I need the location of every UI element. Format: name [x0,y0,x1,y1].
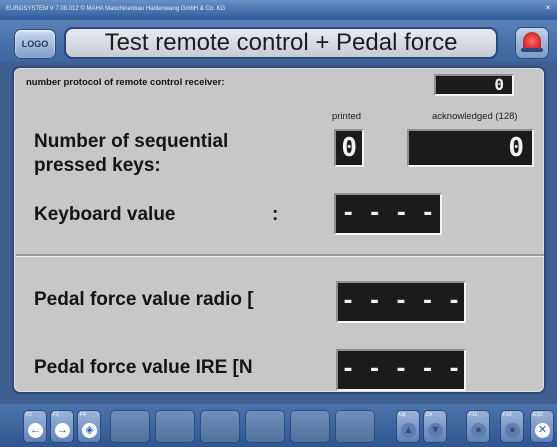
f12-icon: ● [505,423,520,438]
f11-button[interactable]: F11 ● [466,410,490,443]
f4-label: F4 [80,412,86,418]
acknowledged-display: 0 [407,129,534,167]
protocol-display: 0 [434,74,514,96]
protocol-label: number protocol of remote control receiv… [26,77,225,88]
up-label: Up [399,412,406,418]
sequential-keys-label-line1: Number of sequential [34,131,229,152]
pedal-force-ire-display: - - - - - [336,349,466,391]
window-title: EUROSYSTEM V 7.08.012 © MAHA Maschinenba… [6,6,226,12]
keyboard-value-display: - - - - [334,193,442,235]
arrow-right-icon: → [55,423,70,438]
f12-label: F12 [503,412,512,418]
alarm-bell-button[interactable] [515,27,549,59]
f11-icon: ● [471,423,486,438]
f11-label: F11 [469,412,478,418]
page-title: Test remote control + Pedal force [64,27,498,59]
f3-label: F3 [53,412,59,418]
dn-label: Dn [426,412,433,418]
f12-button[interactable]: F12 ● [500,410,524,443]
up-arrow-icon: ▲ [401,423,416,438]
empty-key-2[interactable] [155,410,195,443]
printed-display: 0 [334,129,364,167]
section-divider [16,254,544,257]
pedal-force-ire-label: Pedal force value IRE [N [34,357,253,378]
keyboard-value-label: Keyboard value [34,204,176,225]
bell-base [521,48,543,52]
f4-pedal-button[interactable]: F4 ◈ [77,410,101,443]
empty-key-5[interactable] [290,410,330,443]
keyboard-value-colon: : [272,204,279,225]
f2-label: F2 [26,412,32,418]
down-button[interactable]: Dn ▼ [423,410,447,443]
esc-button[interactable]: ESC ✕ [530,410,554,443]
empty-key-3[interactable] [200,410,240,443]
main-panel: number protocol of remote control receiv… [12,66,546,394]
pedal-force-radio-label: Pedal force value radio [ [34,289,254,310]
empty-key-1[interactable] [110,410,150,443]
up-button[interactable]: Up ▲ [396,410,420,443]
printed-column-header: printed [332,111,362,122]
logo-button[interactable]: LOGO [14,29,56,59]
exit-icon: ✕ [535,423,550,438]
close-icon[interactable]: × [543,3,553,13]
sequential-keys-label-line2: pressed keys: [34,155,161,176]
f2-back-button[interactable]: F2 ← [23,410,47,443]
pedal-force-radio-display: - - - - - [336,281,466,323]
pedal-icon: ◈ [82,423,97,438]
empty-key-6[interactable] [335,410,375,443]
esc-label: ESC [533,412,544,418]
arrow-left-icon: ← [28,423,43,438]
down-arrow-icon: ▼ [428,423,443,438]
window-titlebar: EUROSYSTEM V 7.08.012 © MAHA Maschinenba… [0,0,557,20]
f3-forward-button[interactable]: F3 → [50,410,74,443]
empty-key-4[interactable] [245,410,285,443]
acknowledged-column-header: acknowledged (128) [432,111,518,122]
